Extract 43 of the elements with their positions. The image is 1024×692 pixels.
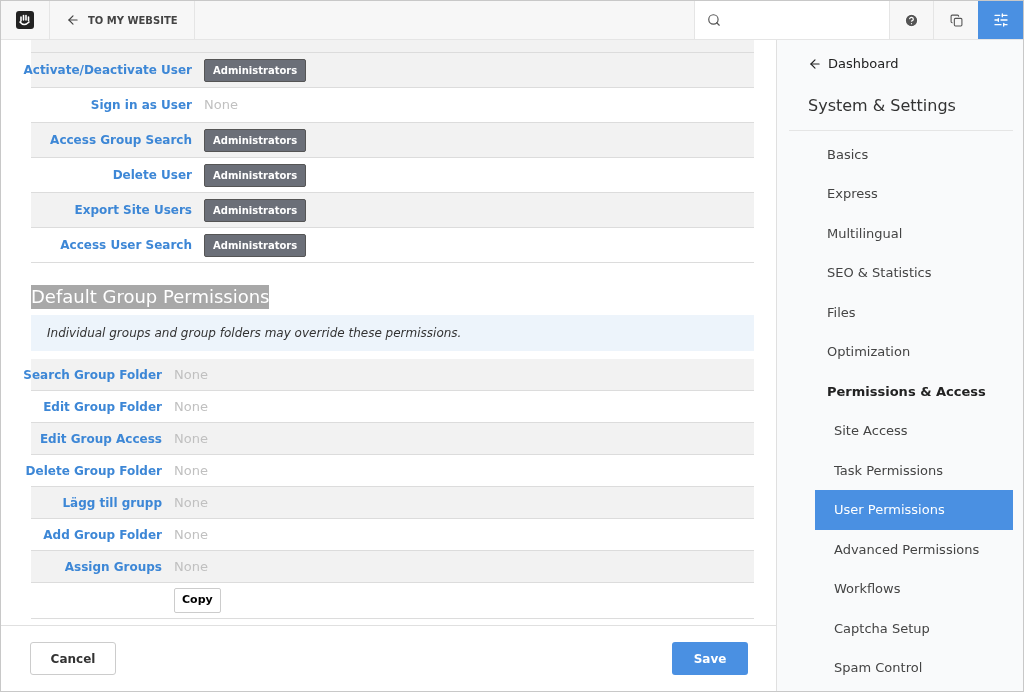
permission-value: None xyxy=(204,96,238,115)
group-tag: Administrators xyxy=(204,198,307,222)
group-tag: Administrators xyxy=(204,128,307,152)
group-tag: Administrators xyxy=(204,233,307,257)
copy-pages-icon xyxy=(949,13,963,27)
section-heading: Default Group Permissions xyxy=(31,285,270,309)
permission-value: None xyxy=(174,525,208,544)
logo-icon[interactable] xyxy=(16,11,34,29)
sidebar-subitem[interactable]: Site Access xyxy=(815,411,1013,451)
permission-link[interactable]: Sign in as User xyxy=(90,96,192,114)
sidebar-subitem[interactable]: Task Permissions xyxy=(815,450,1013,490)
arrow-left-icon xyxy=(808,56,822,71)
back-to-website-link[interactable]: TO MY WEBSITE xyxy=(50,1,195,39)
sidebar-title: System & Settings xyxy=(808,94,957,117)
sidebar-item[interactable]: Express xyxy=(789,174,1013,214)
info-note: Individual groups and group folders may override these permissions. xyxy=(31,315,754,351)
sidebar-item[interactable]: Multilingual xyxy=(789,213,1013,253)
permission-link[interactable]: Delete User xyxy=(112,166,192,184)
cancel-button[interactable]: Cancel xyxy=(30,642,116,675)
sidebar-item[interactable]: Basics xyxy=(789,134,1013,174)
sidebar-item[interactable]: Permissions & Access xyxy=(789,371,1013,411)
group-tag: Administrators xyxy=(204,163,307,187)
permission-link[interactable]: Access User Search xyxy=(60,236,192,254)
sidebar-item[interactable]: Optimization xyxy=(789,332,1013,372)
dashboard-link[interactable]: Dashboard xyxy=(808,54,899,74)
permission-value: None xyxy=(174,461,208,480)
group-tag: Administrators xyxy=(204,58,307,82)
sidebar-subitem[interactable]: Workflows xyxy=(815,569,1013,609)
sidebar-subitem[interactable]: Spam Control xyxy=(815,648,1013,688)
permission-link[interactable]: Edit Group Folder xyxy=(43,397,162,416)
search-icon xyxy=(707,13,721,27)
sidebar-item[interactable]: Files xyxy=(789,292,1013,332)
permission-value: None xyxy=(174,397,208,416)
sidebar-subitem[interactable]: Captcha Setup xyxy=(815,608,1013,648)
sliders-icon xyxy=(992,12,1009,28)
search-field[interactable] xyxy=(694,1,889,39)
copy-button[interactable]: Copy xyxy=(174,588,221,613)
permission-link[interactable]: Add Group Folder xyxy=(43,525,162,544)
sidebar-subitem[interactable]: Advanced Permissions xyxy=(815,529,1013,569)
help-icon xyxy=(904,12,919,28)
permission-link[interactable]: Delete Group Folder xyxy=(25,461,162,480)
settings-button[interactable] xyxy=(978,1,1023,39)
sidebar-item[interactable]: SEO & Statistics xyxy=(789,253,1013,293)
